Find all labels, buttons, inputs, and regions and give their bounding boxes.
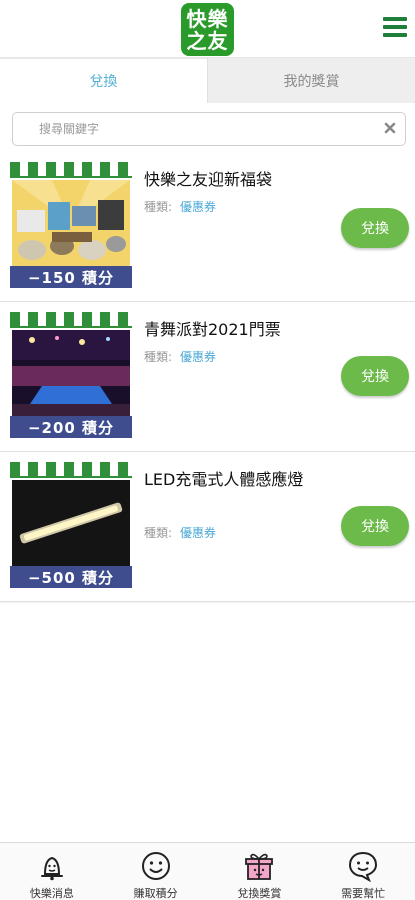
- awning-decoration: [10, 462, 132, 478]
- nav-news[interactable]: 快樂消息: [0, 843, 104, 900]
- awning-decoration: [10, 162, 132, 178]
- nav-redeem-rewards[interactable]: 兌換獎賞: [208, 843, 312, 900]
- reward-list: −150 積分 快樂之友迎新福袋 種類: 優惠券 兌換 −200 積分 青舞派對…: [0, 152, 415, 602]
- reward-image[interactable]: [12, 330, 130, 416]
- smiley-face-icon: [141, 852, 170, 880]
- category-value: 優惠券: [180, 526, 217, 540]
- app-logo[interactable]: 快樂 之友: [181, 3, 234, 56]
- points-cost: −200 積分: [10, 416, 132, 438]
- list-item: −200 積分 青舞派對2021門票 種類: 優惠券 兌換: [0, 302, 415, 452]
- category-label: 種類:: [144, 200, 173, 214]
- category-value: 優惠券: [180, 350, 217, 364]
- search-box: [12, 112, 406, 146]
- close-icon[interactable]: [383, 121, 397, 135]
- reward-badge: −200 積分: [10, 312, 132, 438]
- nav-help-label: 需要幫忙: [341, 887, 386, 900]
- reward-badge: −150 積分: [10, 162, 132, 288]
- reward-image[interactable]: [12, 480, 130, 566]
- nav-redeem-rewards-label: 兌換獎賞: [237, 887, 282, 900]
- category-label: 種類:: [144, 526, 173, 540]
- redeem-button[interactable]: 兌換: [341, 506, 409, 546]
- redeem-button[interactable]: 兌換: [341, 208, 409, 248]
- reward-badge: −500 積分: [10, 462, 132, 588]
- tab-my-rewards[interactable]: 我的獎賞: [207, 58, 415, 103]
- category-label: 種類:: [144, 350, 173, 364]
- hamburger-menu-icon[interactable]: [383, 17, 407, 37]
- search-input[interactable]: [13, 113, 373, 145]
- tab-redeem[interactable]: 兌換: [0, 58, 207, 103]
- speech-bubble-face-icon: [349, 851, 378, 882]
- bell-face-icon: [40, 856, 63, 881]
- category-value: 優惠券: [180, 200, 217, 214]
- app-header: 快樂 之友: [0, 0, 415, 58]
- gift-icon: [245, 853, 274, 880]
- points-cost: −150 積分: [10, 266, 132, 288]
- reward-title: 青舞派對2021門票: [144, 320, 281, 339]
- logo-text-line1: 快樂: [186, 6, 229, 31]
- bottom-nav: 快樂消息 賺取積分 兌換獎賞 需要幫忙: [0, 842, 415, 900]
- reward-image[interactable]: [12, 180, 130, 266]
- awning-decoration: [10, 312, 132, 328]
- list-item: −150 積分 快樂之友迎新福袋 種類: 優惠券 兌換: [0, 152, 415, 302]
- reward-title: LED充電式人體感應燈: [144, 470, 304, 489]
- reward-category: 種類: 優惠券: [144, 348, 216, 365]
- reward-category: 種類: 優惠券: [144, 198, 216, 215]
- redeem-button[interactable]: 兌換: [341, 356, 409, 396]
- reward-category: 種類: 優惠券: [144, 524, 216, 541]
- nav-news-label: 快樂消息: [29, 887, 74, 900]
- reward-title: 快樂之友迎新福袋: [144, 170, 273, 189]
- nav-help[interactable]: 需要幫忙: [311, 843, 415, 900]
- nav-earn-points[interactable]: 賺取積分: [104, 843, 208, 900]
- logo-text-line2: 之友: [186, 28, 229, 53]
- nav-earn-points-label: 賺取積分: [133, 887, 178, 900]
- list-item: −500 積分 LED充電式人體感應燈 種類: 優惠券 兌換: [0, 452, 415, 602]
- tab-bar: 兌換 我的獎賞: [0, 58, 415, 103]
- points-cost: −500 積分: [10, 566, 132, 588]
